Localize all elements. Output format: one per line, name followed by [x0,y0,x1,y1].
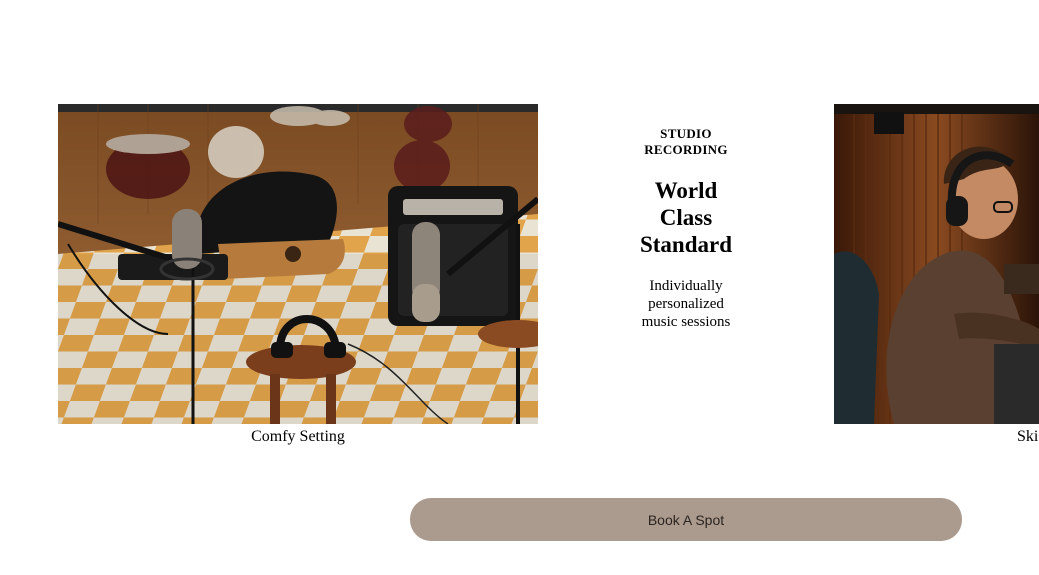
feature-block: STUDIO RECORDING World Class Standard In… [586,126,786,331]
musician-photo [834,104,1039,424]
gallery-caption: Comfy Setting [251,428,345,445]
gallery-caption: Ski [1017,428,1039,445]
book-a-spot-button[interactable]: Book A Spot [410,498,962,541]
feature-headline: World Class Standard [639,178,733,257]
feature-eyebrow: STUDIO RECORDING [644,126,728,157]
feature-subtext: Individually personalized music sessions [641,278,731,330]
studio-photo [58,104,538,424]
